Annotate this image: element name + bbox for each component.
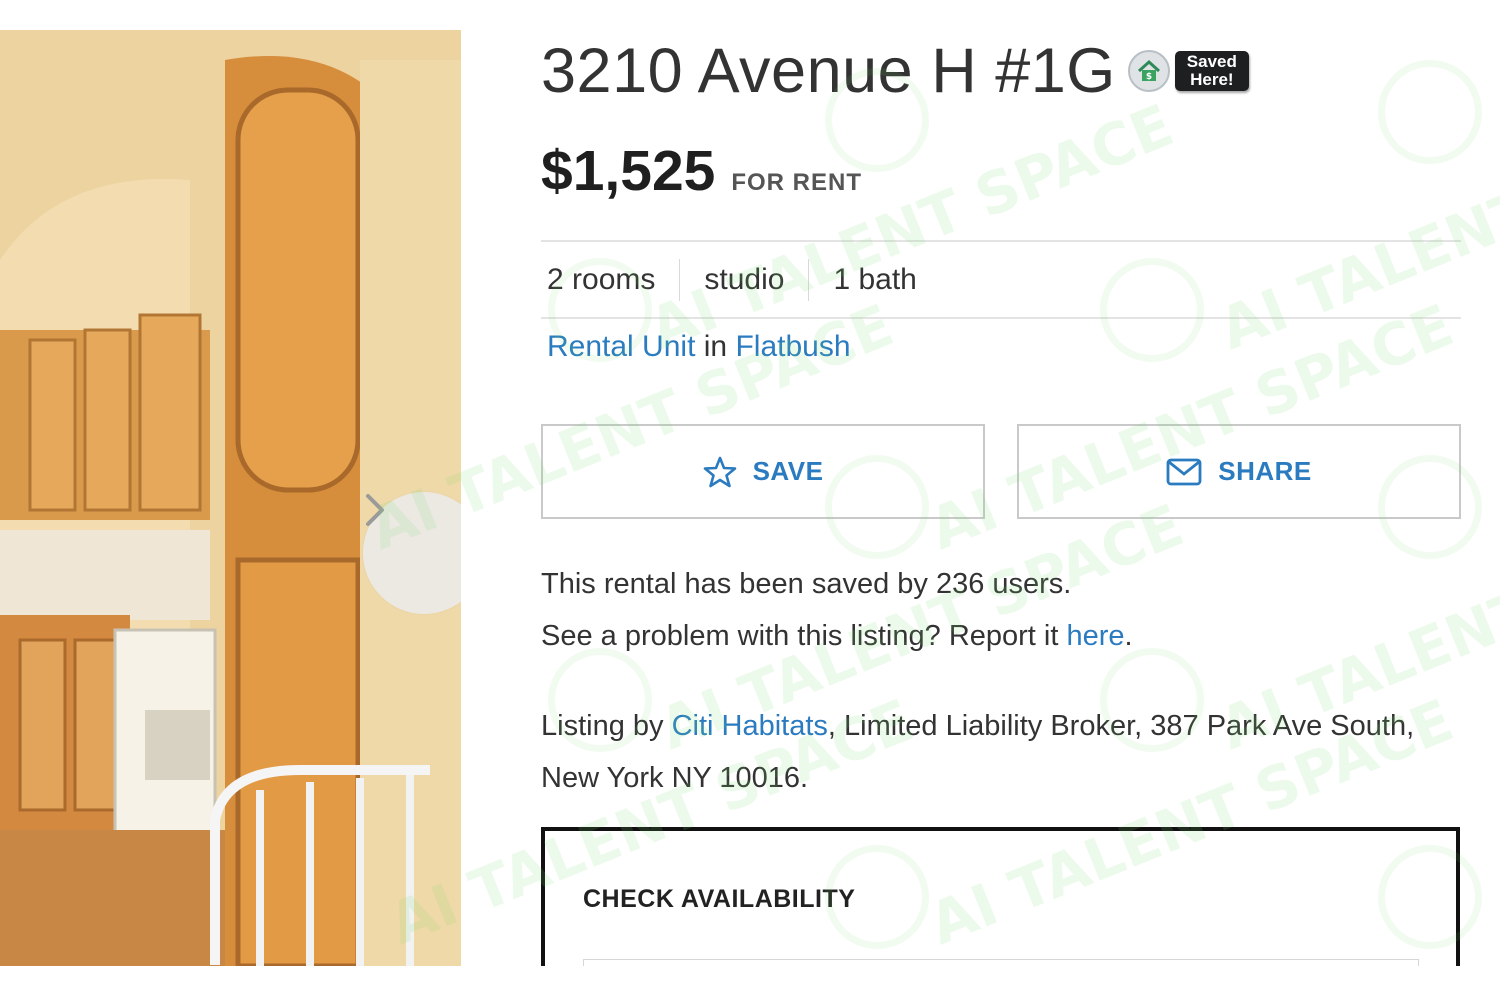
listing-type-line: Rental Unit in Flatbush — [547, 330, 851, 364]
save-button[interactable]: SAVE — [541, 424, 985, 519]
kitchen-photo-illustration — [0, 30, 461, 966]
check-availability-title: CHECK AVAILABILITY — [583, 885, 856, 913]
share-button[interactable]: SHARE — [1017, 424, 1461, 519]
badge-line-1: Saved — [1186, 52, 1237, 71]
watermark-text: AI TALENT SPACE — [640, 91, 1183, 364]
price-row: $1,525 FOR RENT — [541, 138, 862, 204]
listing-photo[interactable] — [0, 30, 461, 966]
listing-status: FOR RENT — [731, 169, 863, 196]
listing-stats: This rental has been saved by 236 users.… — [541, 558, 1133, 662]
watermark-logo-icon — [1378, 60, 1482, 164]
report-problem-line: See a problem with this listing? Report … — [541, 610, 1133, 662]
fact-bedrooms: studio — [679, 258, 808, 301]
saved-here-label: Saved Here! — [1174, 51, 1249, 91]
bottom-crop — [0, 966, 1500, 1000]
saved-count-text: This rental has been saved by 236 users. — [541, 568, 1072, 600]
unit-type-link[interactable]: Rental Unit — [547, 330, 695, 363]
chevron-right-icon — [366, 494, 384, 526]
saved-here-badge[interactable]: $ Saved Here! — [1127, 50, 1249, 92]
broker-prefix: Listing by — [541, 710, 672, 742]
share-label: SHARE — [1218, 456, 1312, 486]
broker-name-link[interactable]: Citi Habitats — [672, 710, 828, 742]
star-outline-icon — [703, 456, 736, 487]
listing-address: 3210 Avenue H #1G — [541, 36, 1116, 106]
badge-line-2: Here! — [1190, 70, 1234, 89]
fact-baths: 1 bath — [808, 258, 940, 301]
broker-info: Listing by Citi Habitats, Limited Liabil… — [541, 700, 1441, 804]
report-period: . — [1124, 620, 1133, 652]
title-row: 3210 Avenue H #1G $ Saved Here! — [541, 36, 1249, 106]
watermark-text: AI TALENT SPACE — [1210, 91, 1500, 364]
action-buttons: SAVE SHARE — [541, 424, 1461, 519]
save-label: SAVE — [752, 456, 824, 486]
check-availability-panel: CHECK AVAILABILITY — [541, 827, 1460, 1000]
report-problem-text: See a problem with this listing? Report … — [541, 620, 1067, 652]
report-here-link[interactable]: here — [1066, 620, 1124, 652]
svg-text:$: $ — [1146, 72, 1152, 82]
envelope-icon — [1166, 458, 1202, 485]
listing-price: $1,525 — [541, 139, 716, 203]
fact-rooms: 2 rooms — [547, 262, 656, 296]
neighborhood-link[interactable]: Flatbush — [735, 330, 850, 363]
house-dollar-icon: $ — [1127, 50, 1170, 92]
listing-facts: 2 rooms studio 1 bath — [541, 240, 1461, 319]
in-word: in — [703, 330, 728, 363]
